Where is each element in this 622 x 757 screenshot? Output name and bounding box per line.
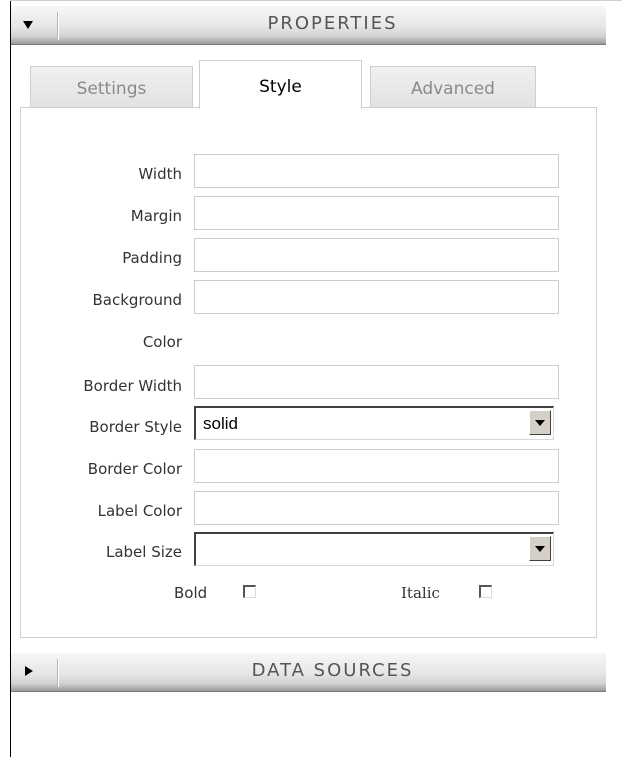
border-style-value: solid xyxy=(203,414,238,433)
data-sources-title: DATA SOURCES xyxy=(251,660,414,681)
label-size-select[interactable] xyxy=(194,532,554,566)
data-sources-expand-toggle[interactable] xyxy=(11,653,57,691)
chevron-down-icon xyxy=(535,546,545,552)
tab-style[interactable]: Style xyxy=(199,60,362,109)
bold-label: Bold xyxy=(174,584,208,602)
properties-sidebar: PROPERTIES Settings Style Advanced Width… xyxy=(0,0,622,757)
color-label: Color xyxy=(142,333,182,351)
triangle-right-icon xyxy=(25,666,33,676)
tab-advanced[interactable]: Advanced xyxy=(370,66,536,108)
border-width-label: Border Width xyxy=(83,377,182,395)
background-label: Background xyxy=(92,291,183,309)
border-color-label: Border Color xyxy=(87,460,182,478)
margin-label: Margin xyxy=(130,207,182,225)
bold-checkbox[interactable] xyxy=(243,585,256,598)
background-input[interactable] xyxy=(194,280,559,314)
margin-input[interactable] xyxy=(194,196,559,230)
border-color-input[interactable] xyxy=(194,449,559,483)
label-size-dropdown-button[interactable] xyxy=(529,536,551,561)
padding-label: Padding xyxy=(122,249,182,267)
italic-checkbox[interactable] xyxy=(479,585,492,598)
properties-header: PROPERTIES xyxy=(11,6,606,45)
chevron-down-icon xyxy=(535,420,545,426)
border-style-label: Border Style xyxy=(89,418,182,436)
label-color-label: Label Color xyxy=(97,502,182,520)
width-label: Width xyxy=(138,165,182,183)
border-style-dropdown-button[interactable] xyxy=(529,410,551,435)
width-input[interactable] xyxy=(194,154,559,188)
properties-collapse-toggle[interactable] xyxy=(11,6,57,44)
label-size-label: Label Size xyxy=(105,543,182,561)
border-style-select[interactable]: solid xyxy=(194,406,554,440)
border-width-input[interactable] xyxy=(194,365,559,399)
triangle-down-icon xyxy=(23,21,33,29)
italic-label: Italic xyxy=(401,584,440,602)
label-color-input[interactable] xyxy=(194,491,559,525)
tab-settings[interactable]: Settings xyxy=(30,66,193,108)
frame-left-border xyxy=(10,0,11,757)
properties-title: PROPERTIES xyxy=(267,13,398,34)
padding-input[interactable] xyxy=(194,238,559,272)
frame-top-border xyxy=(10,0,622,1)
data-sources-header: DATA SOURCES xyxy=(11,653,606,692)
